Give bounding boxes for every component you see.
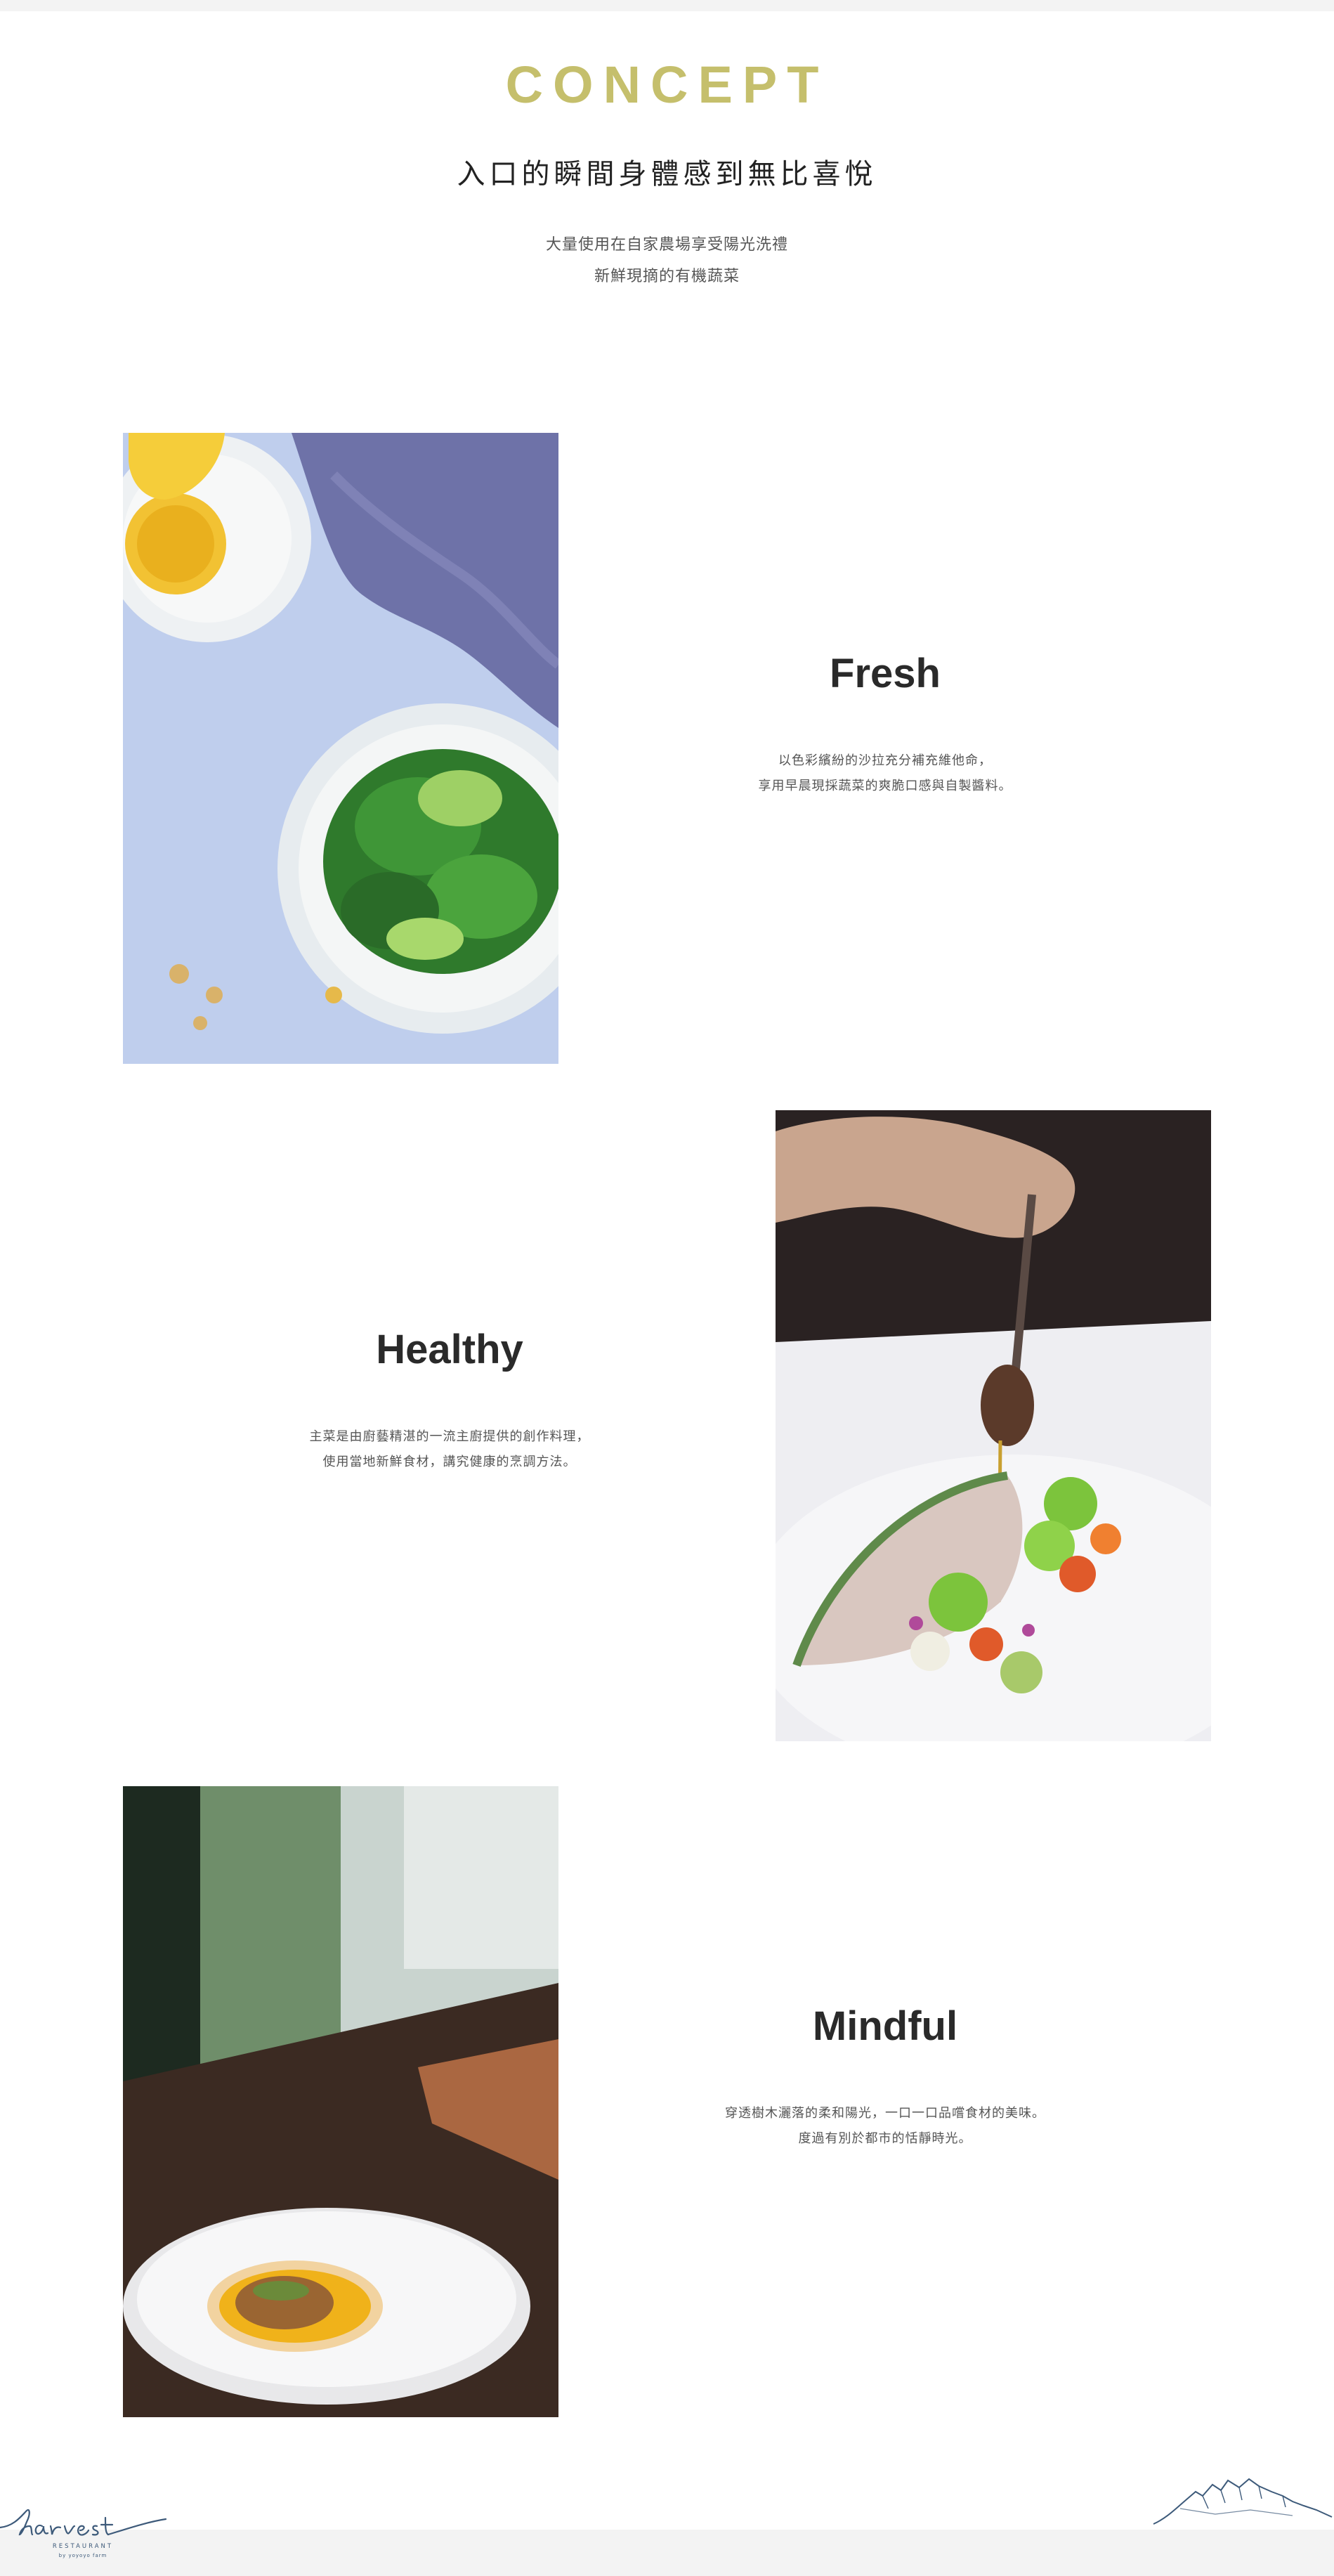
feature-desc-fresh-1: 以色彩繽紛的沙拉充分補充維他命， <box>778 753 992 768</box>
section-title: CONCEPT <box>505 56 829 114</box>
logo-tagline: by yoyoyo farm <box>59 2553 107 2558</box>
logo-subtitle: RESTAURANT <box>53 2543 113 2550</box>
harvest-logo[interactable]: RESTAURANT by yoyoyo farm <box>0 2498 169 2561</box>
dish-photo <box>123 1786 558 2417</box>
headline: 入口的瞬間身體感到無比喜悅 <box>457 158 877 190</box>
salad-photo <box>123 433 558 1064</box>
feature-title-fresh: Fresh <box>830 651 941 696</box>
feature-title-healthy: Healthy <box>376 1327 523 1372</box>
feature-title-mindful: Mindful <box>812 2003 958 2049</box>
intro-line-1: 大量使用在自家農場享受陽光洗禮 <box>545 236 788 254</box>
feature-desc-mindful-1: 穿透樹木灑落的柔和陽光，一口一口品嚐食材的美味。 <box>725 2106 1045 2121</box>
intro-line-2: 新鮮現摘的有機蔬菜 <box>594 268 740 285</box>
bottom-bar <box>0 2530 1334 2576</box>
feature-desc-healthy-1: 主菜是由廚藝精湛的一流主廚提供的創作料理， <box>309 1429 590 1444</box>
top-bar <box>0 0 1334 11</box>
mountain-icon <box>1152 2459 1334 2526</box>
plating-photo <box>776 1110 1211 1741</box>
feature-desc-mindful-2: 度過有別於都市的恬靜時光。 <box>798 2131 972 2146</box>
feature-desc-fresh-2: 享用早晨現採蔬菜的爽脆口感與自製醬料。 <box>758 779 1012 793</box>
feature-desc-healthy-2: 使用當地新鮮食材，講究健康的烹調方法。 <box>322 1455 577 1469</box>
